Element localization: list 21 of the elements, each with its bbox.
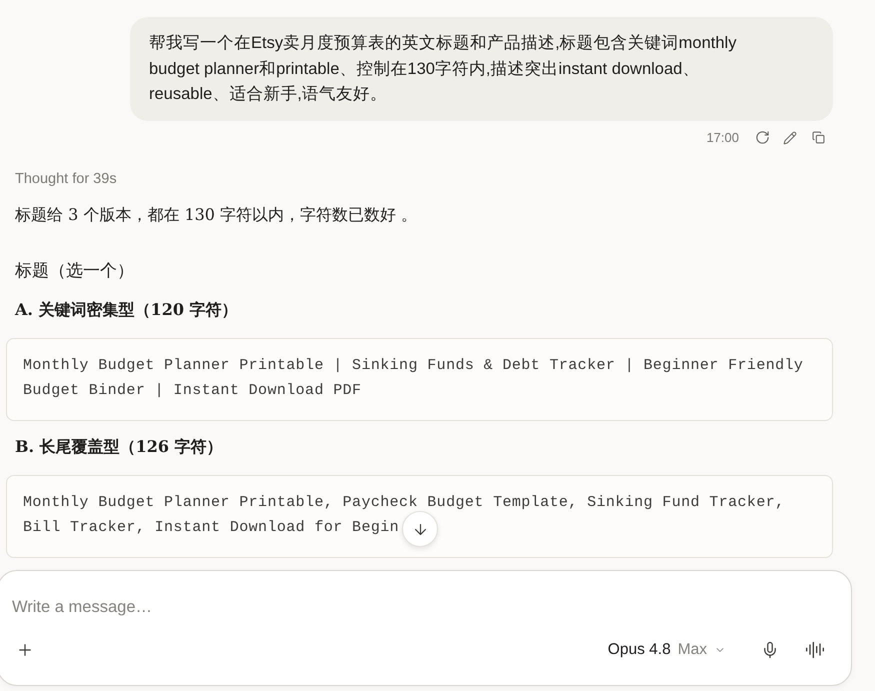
message-input[interactable]: Write a message… bbox=[12, 596, 792, 620]
model-name: Opus 4.8 bbox=[608, 640, 671, 660]
section-heading: 标题（选一个） bbox=[14, 260, 135, 282]
microphone-icon bbox=[761, 640, 779, 658]
option-heading: A. 关键词密集型（120 字符） bbox=[14, 298, 239, 320]
edit-icon bbox=[783, 130, 797, 144]
code-line: Monthly Budget Planner Printable, Paycheck Budget Template, Sinking Fund Tracker, bbox=[23, 492, 785, 512]
option-heading: B. 长尾覆盖型（126 字符） bbox=[14, 436, 224, 458]
user-message-bubble: 帮我写一个在Etsy卖月度预算表的英文标题和产品描述,标题包含关键词monthly budget planner和printable、控制在130字符内,描述突出instant download、reusable、适合新手,语气友好。 bbox=[130, 17, 833, 120]
effort-label: Max bbox=[678, 640, 707, 660]
copy-icon bbox=[812, 131, 824, 144]
edit-button[interactable] bbox=[781, 128, 799, 146]
code-line: Monthly Budget Planner Printable | Sinking Funds & Debt Tracker | Beginner Friendly bbox=[23, 356, 804, 374]
code-line: Budget Binder | Instant Download PDF bbox=[23, 380, 362, 400]
model-selector[interactable]: Opus 4.8 Max bbox=[604, 636, 730, 664]
message-time: 17:00 bbox=[706, 128, 739, 147]
thought-toggle[interactable]: Thought for 39s bbox=[0, 168, 132, 188]
retry-icon bbox=[754, 130, 770, 145]
code-line: Bill Tracker, Instant Download for Begin bbox=[23, 518, 400, 536]
response-paragraph: 标题给 3 个版本，都在 130 字符以内，字符数已数好 。 bbox=[14, 204, 418, 226]
waveform-icon bbox=[805, 640, 825, 660]
